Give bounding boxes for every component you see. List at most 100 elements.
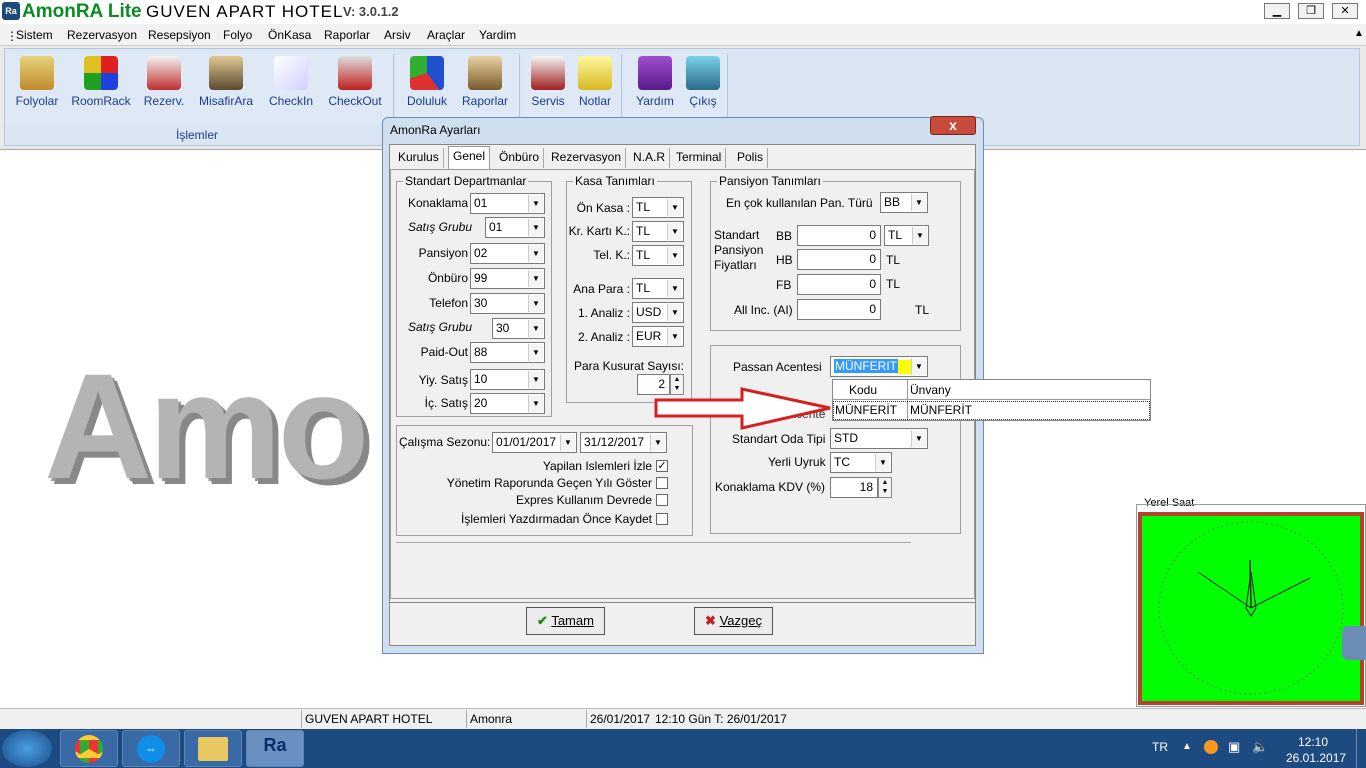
track-operations-checkbox[interactable]: ✓	[656, 460, 668, 472]
express-usage-checkbox[interactable]	[656, 494, 668, 506]
cash-onkasa-select[interactable]: TL ▼	[632, 197, 684, 218]
pension-type-select[interactable]: BB ▼	[880, 192, 928, 213]
cash-tel-select[interactable]: TL ▼	[632, 245, 684, 266]
dept-pansiyon-select[interactable]: 02 ▼	[470, 243, 545, 264]
restore-button[interactable]: ❐	[1298, 3, 1324, 19]
tab-rezervasyon[interactable]: Rezervasyon	[547, 148, 627, 168]
tray-expand-icon[interactable]: ▲	[1182, 741, 1192, 752]
dept-satis-grubu-2-select[interactable]: 30 ▼	[492, 318, 545, 339]
nationality-select[interactable]: TC ▼	[830, 452, 892, 473]
chevron-down-icon: ▼	[650, 434, 665, 451]
ribbon-raporlar-button[interactable]: Raporlar	[460, 56, 510, 108]
tab-kurulus[interactable]: Kurulus	[394, 148, 444, 168]
tab-onburo[interactable]: Önbüro	[495, 148, 545, 168]
show-desktop-button[interactable]	[1356, 729, 1366, 768]
menu-onkasa[interactable]: ÖnKasa	[268, 28, 311, 42]
dept-konaklama-select[interactable]: 01 ▼	[470, 193, 545, 214]
chevron-down-icon: ▼	[528, 320, 543, 337]
kdv-spinner[interactable]: ▲ ▼	[878, 477, 892, 498]
room-type-select[interactable]: STD ▼	[830, 428, 928, 449]
taskbar-amonra-button[interactable]: Ra	[246, 730, 304, 767]
combo-value: STD	[834, 431, 858, 445]
tab-nar[interactable]: N.A.R	[629, 148, 671, 168]
volume-icon[interactable]: 🔈	[1252, 739, 1268, 755]
tray-device-icon[interactable]: ▣	[1228, 739, 1240, 755]
season-from-select[interactable]: 01/01/2017 ▼	[492, 432, 577, 453]
price-fb-input[interactable]: 0	[797, 274, 881, 295]
start-button[interactable]	[2, 730, 52, 767]
chevron-down-icon: ▼	[911, 358, 926, 375]
show-last-year-checkbox[interactable]	[656, 477, 668, 489]
menu-resepsiyon[interactable]: Resepsiyon	[148, 28, 211, 42]
nationality-label: Yerli Uyruk	[768, 455, 826, 469]
dept-satis-grubu-select[interactable]: 01 ▼	[485, 217, 545, 238]
menu-yardim[interactable]: Yardim	[479, 28, 516, 42]
ribbon-cikis-button[interactable]: Çıkış	[684, 56, 722, 108]
combo-value: USD	[636, 305, 662, 319]
menu-raporlar[interactable]: Raporlar	[324, 28, 370, 42]
tab-terminal[interactable]: Terminal	[672, 148, 727, 168]
menu-folyo[interactable]: Folyo	[223, 28, 252, 42]
tray-time[interactable]: 12:10	[1298, 735, 1328, 749]
ribbon-checkout-button[interactable]: CheckOut	[326, 56, 384, 108]
ribbon-checkin-button[interactable]: CheckIn	[266, 56, 316, 108]
taskbar-teamviewer-button[interactable]: ⇔	[122, 730, 180, 767]
kdv-label: Konaklama KDV (%)	[715, 480, 826, 494]
dept-ic-satis-select[interactable]: 20 ▼	[470, 393, 545, 414]
tab-genel[interactable]: Genel	[448, 146, 491, 169]
pension-most-used-label: En çok kullanılan Pan. Türü	[726, 196, 873, 210]
cash-label: Kr. Kartı K.:	[568, 224, 630, 238]
ok-button[interactable]: ✔ Tamam	[526, 607, 605, 635]
price-ai-input[interactable]: 0	[797, 299, 881, 320]
tab-polis[interactable]: Polis	[733, 148, 769, 168]
dept-onburo-select[interactable]: 99 ▼	[470, 268, 545, 289]
dept-paidout-select[interactable]: 88 ▼	[470, 342, 545, 363]
language-indicator[interactable]: TR	[1152, 740, 1168, 754]
taskbar-explorer-button[interactable]	[184, 730, 242, 767]
cash-anapara-select[interactable]: TL ▼	[632, 278, 684, 299]
cash-krkarti-select[interactable]: TL ▼	[632, 221, 684, 242]
tray-app-icon[interactable]	[1204, 740, 1218, 754]
menu-scroll-arrow-icon[interactable]: ▲	[1354, 28, 1366, 42]
menu-rezervasyon[interactable]: Rezervasyon	[67, 28, 137, 42]
taskbar-chrome-button[interactable]	[60, 730, 118, 767]
dept-yiy-satis-select[interactable]: 10 ▼	[470, 369, 545, 390]
menu-araclar[interactable]: Araçlar	[427, 28, 465, 42]
ribbon-servis-button[interactable]: Servis	[528, 56, 568, 108]
tray-date[interactable]: 26.01.2017	[1286, 751, 1346, 765]
cancel-button[interactable]: ✖ Vazgeç	[694, 607, 773, 635]
ribbon-notlar-button[interactable]: Notlar	[574, 56, 616, 108]
combo-value: 01/01/2017	[496, 435, 557, 449]
ribbon-doluluk-button[interactable]: Doluluk	[402, 56, 452, 108]
season-to-select[interactable]: 31/12/2017 ▼	[580, 432, 667, 453]
dept-telefon-select[interactable]: 30 ▼	[470, 293, 545, 314]
ribbon-roomrack-button[interactable]: RoomRack	[70, 56, 132, 108]
check-label: İşlemleri Yazdırmadan Önce Kaydet	[461, 512, 652, 526]
save-before-print-checkbox[interactable]	[656, 513, 668, 525]
combo-value: 30	[474, 296, 488, 310]
price-currency-select[interactable]: TL ▼	[884, 225, 929, 246]
chevron-down-icon: ▼	[875, 454, 890, 471]
cash-analiz2-select[interactable]: EUR ▼	[632, 326, 684, 347]
chevron-down-icon: ▼	[528, 371, 543, 388]
minimize-button[interactable]: ▁	[1264, 3, 1290, 19]
kdv-input[interactable]: 18	[830, 477, 878, 498]
menu-arsiv[interactable]: Arsiv	[384, 28, 411, 42]
chevron-down-icon: ▼	[667, 304, 682, 321]
price-bb-input[interactable]: 0	[797, 225, 881, 246]
close-window-button[interactable]: ✕	[1332, 3, 1358, 19]
ribbon-label: Notlar	[578, 94, 611, 108]
cash-analiz1-select[interactable]: USD ▼	[632, 302, 684, 323]
price-hb-input[interactable]: 0	[797, 249, 881, 270]
combo-value: 88	[474, 345, 488, 359]
side-panel-tab[interactable]	[1342, 626, 1366, 660]
passan-agency-select[interactable]: MÜNFERIT ▼	[830, 356, 928, 377]
pension-row-label: BB	[776, 229, 793, 243]
ribbon-rezerv-button[interactable]: Rezerv.	[142, 56, 186, 108]
ribbon-misafirara-button[interactable]: MisafirAra	[196, 56, 256, 108]
ribbon-folyolar-button[interactable]: Folyolar	[12, 56, 62, 108]
menu-sistem[interactable]: Sistem	[16, 28, 53, 42]
occupancy-chart-icon	[410, 56, 444, 90]
ribbon-yardim-button[interactable]: Yardım	[632, 56, 678, 108]
dialog-close-button[interactable]: x	[930, 116, 976, 135]
